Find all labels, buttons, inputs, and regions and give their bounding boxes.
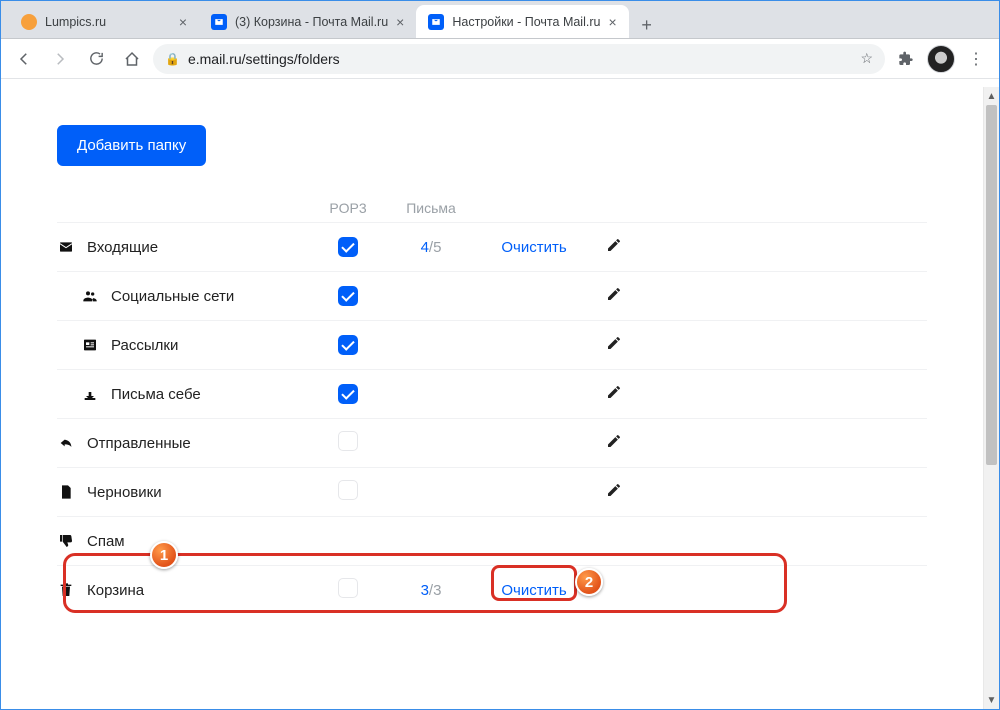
home-button[interactable] xyxy=(117,44,147,74)
new-tab-button[interactable]: + xyxy=(633,11,661,39)
tab-close-icon[interactable]: × xyxy=(179,14,187,30)
folder-name: Входящие xyxy=(87,239,158,256)
favicon-mail-icon xyxy=(211,14,227,30)
tab-title: (3) Корзина - Почта Mail.ru xyxy=(235,15,388,29)
clear-link[interactable]: Очистить xyxy=(501,582,566,599)
edit-icon[interactable] xyxy=(606,289,622,306)
edit-icon[interactable] xyxy=(606,338,622,355)
folder-row-inbox: Входящие 4/5 Очистить xyxy=(57,222,927,271)
vertical-scrollbar[interactable]: ▲ ▼ xyxy=(983,87,999,709)
toself-icon xyxy=(81,385,99,403)
table-header: POP3 Письма xyxy=(57,200,927,222)
folder-name: Рассылки xyxy=(111,337,178,354)
pop3-checkbox[interactable] xyxy=(338,286,358,306)
address-bar[interactable]: 🔒 e.mail.ru/settings/folders ☆ xyxy=(153,44,885,74)
edit-icon[interactable] xyxy=(606,485,622,502)
folder-name: Корзина xyxy=(87,582,144,599)
bookmark-star-icon[interactable]: ☆ xyxy=(860,50,873,67)
pop3-checkbox[interactable] xyxy=(338,335,358,355)
drafts-icon xyxy=(57,483,75,501)
tab-close-icon[interactable]: × xyxy=(608,14,616,30)
edit-icon[interactable] xyxy=(606,387,622,404)
tab-close-icon[interactable]: × xyxy=(396,14,404,30)
newsletter-icon xyxy=(81,336,99,354)
forward-button[interactable] xyxy=(45,44,75,74)
lock-icon: 🔒 xyxy=(165,52,180,66)
spam-icon xyxy=(57,532,75,550)
tab-title: Lumpics.ru xyxy=(45,15,171,29)
browser-toolbar: 🔒 e.mail.ru/settings/folders ☆ ⋮ xyxy=(1,39,999,79)
folder-name: Социальные сети xyxy=(111,288,234,305)
scroll-up-icon[interactable]: ▲ xyxy=(984,87,999,105)
favicon-mail-icon xyxy=(428,14,444,30)
edit-icon[interactable] xyxy=(606,436,622,453)
page-content: Добавить папку POP3 Письма Входящие 4/5 … xyxy=(1,87,983,709)
add-folder-button[interactable]: Добавить папку xyxy=(57,125,206,166)
pop3-checkbox[interactable] xyxy=(338,431,358,451)
header-pop3: POP3 xyxy=(313,200,383,216)
letters-count: 3/3 xyxy=(383,582,479,599)
favicon-orange-icon xyxy=(21,14,37,30)
clear-link[interactable]: Очистить xyxy=(501,239,566,256)
folder-name: Отправленные xyxy=(87,435,191,452)
folder-row-newsletters: Рассылки xyxy=(57,320,927,369)
sent-icon xyxy=(57,434,75,452)
inbox-icon xyxy=(57,238,75,256)
extensions-button[interactable] xyxy=(891,44,921,74)
letters-count: 4/5 xyxy=(383,239,479,256)
reload-button[interactable] xyxy=(81,44,111,74)
browser-tab-lumpics[interactable]: Lumpics.ru × xyxy=(9,5,199,39)
folder-row-trash: Корзина 3/3 Очистить xyxy=(57,565,927,614)
folder-row-social: Социальные сети xyxy=(57,271,927,320)
folder-row-spam: Спам xyxy=(57,516,927,565)
header-letters: Письма xyxy=(383,200,479,216)
tab-title: Настройки - Почта Mail.ru xyxy=(452,15,600,29)
people-icon xyxy=(81,287,99,305)
trash-icon xyxy=(57,581,75,599)
folder-name: Письма себе xyxy=(111,386,201,403)
edit-icon[interactable] xyxy=(606,240,622,257)
pop3-checkbox[interactable] xyxy=(338,384,358,404)
folder-row-sent: Отправленные xyxy=(57,418,927,467)
annotation-badge-2: 2 xyxy=(575,568,603,596)
url-text: e.mail.ru/settings/folders xyxy=(188,51,340,67)
back-button[interactable] xyxy=(9,44,39,74)
scroll-thumb[interactable] xyxy=(986,105,997,465)
browser-tabstrip: Lumpics.ru × (3) Корзина - Почта Mail.ru… xyxy=(1,1,999,39)
folder-name: Спам xyxy=(87,533,125,550)
folder-name: Черновики xyxy=(87,484,162,501)
pop3-checkbox[interactable] xyxy=(338,578,358,598)
folder-row-drafts: Черновики xyxy=(57,467,927,516)
viewport: Добавить папку POP3 Письма Входящие 4/5 … xyxy=(1,87,999,709)
profile-avatar[interactable] xyxy=(927,45,955,73)
pop3-checkbox[interactable] xyxy=(338,237,358,257)
pop3-checkbox[interactable] xyxy=(338,480,358,500)
scroll-down-icon[interactable]: ▼ xyxy=(984,691,999,709)
browser-tab-settings[interactable]: Настройки - Почта Mail.ru × xyxy=(416,5,628,39)
annotation-badge-1: 1 xyxy=(150,541,178,569)
folder-row-toself: Письма себе xyxy=(57,369,927,418)
browser-tab-mail-trash[interactable]: (3) Корзина - Почта Mail.ru × xyxy=(199,5,416,39)
menu-button[interactable]: ⋮ xyxy=(961,44,991,74)
